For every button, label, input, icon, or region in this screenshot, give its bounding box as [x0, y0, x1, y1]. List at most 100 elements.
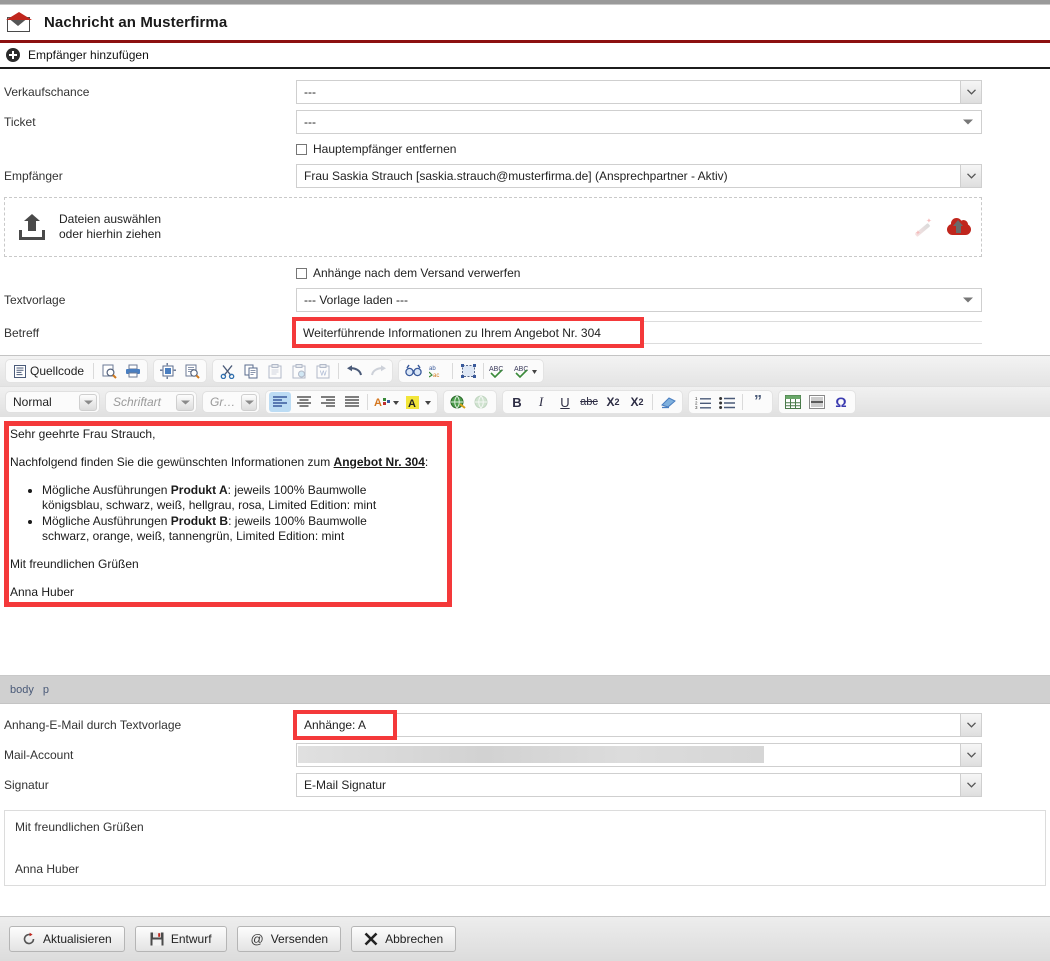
- copy-button[interactable]: [240, 361, 262, 381]
- row-signatur: Signatur E-Mail Signatur: [0, 770, 1050, 800]
- refresh-button[interactable]: Aktualisieren: [9, 926, 125, 952]
- chevron-down-icon[interactable]: [960, 744, 981, 766]
- spellcheck-button[interactable]: ABC: [488, 361, 510, 381]
- bullet-1-strong: Produkt B: [170, 514, 229, 528]
- templates-button[interactable]: [157, 361, 179, 381]
- verkaufschance-select[interactable]: ---: [296, 80, 982, 104]
- row-verkaufschance: Verkaufschance ---: [0, 77, 1050, 107]
- font-size-value: Gr…: [210, 395, 236, 409]
- verkaufschance-value: ---: [304, 85, 316, 99]
- chevron-down-icon[interactable]: [176, 393, 194, 411]
- unlink-button[interactable]: [471, 392, 493, 412]
- italic-button[interactable]: I: [530, 392, 552, 412]
- spellcheck-options-button[interactable]: ABC: [512, 361, 540, 381]
- background-color-button[interactable]: A: [404, 392, 434, 412]
- cancel-button[interactable]: Abbrechen: [351, 926, 457, 952]
- plus-circle-icon[interactable]: [6, 48, 20, 62]
- paste-button[interactable]: [264, 361, 286, 381]
- paste-from-word-button[interactable]: W: [312, 361, 334, 381]
- angebot-link[interactable]: Angebot Nr. 304: [334, 455, 425, 469]
- replace-button[interactable]: ab ac: [426, 361, 448, 381]
- horizontal-rule-button[interactable]: [806, 392, 828, 412]
- draft-label: Entwurf: [170, 932, 212, 946]
- list-item: Mögliche Ausführungen Produkt B: jeweils…: [42, 514, 1038, 544]
- send-button[interactable]: @ Versenden: [236, 926, 342, 952]
- bullet-1-second-line: schwarz, orange, weiß, tannengrün, Limit…: [42, 529, 345, 543]
- row-empfaenger: Empfänger Frau Saskia Strauch [saskia.st…: [0, 161, 1050, 191]
- signatur-select[interactable]: E-Mail Signatur: [296, 773, 982, 797]
- rich-text-editor: Quellcode W ab ac ABC ABC Normal Schrift…: [0, 355, 1050, 704]
- betreff-field[interactable]: Weiterführende Informationen zu Ihrem An…: [292, 317, 982, 348]
- anhaenge-verwerfen-checkbox[interactable]: [296, 267, 307, 279]
- chevron-down-icon[interactable]: [955, 111, 981, 133]
- font-size-select[interactable]: Gr…: [202, 391, 260, 413]
- status-path-p[interactable]: p: [43, 684, 49, 696]
- upload-tray-icon: [19, 214, 45, 240]
- special-char-button[interactable]: Ω: [830, 392, 852, 412]
- align-justify-button[interactable]: [341, 392, 363, 412]
- hauptempfaenger-checkbox-row[interactable]: Hauptempfänger entfernen: [296, 142, 982, 156]
- draft-button[interactable]: Entwurf: [134, 926, 227, 952]
- align-center-button[interactable]: [293, 392, 315, 412]
- subscript-button[interactable]: X2: [602, 392, 624, 412]
- insert-link-button[interactable]: [447, 392, 469, 412]
- hauptempfaenger-checkbox[interactable]: [296, 143, 307, 155]
- select-all-button[interactable]: [457, 361, 479, 381]
- chevron-down-icon[interactable]: [241, 393, 257, 411]
- redo-button[interactable]: [367, 361, 389, 381]
- dropzone-line1: Dateien auswählen: [59, 212, 162, 226]
- align-right-button[interactable]: [317, 392, 339, 412]
- find-button[interactable]: [402, 361, 424, 381]
- list-item: Mögliche Ausführungen Produkt A: jeweils…: [42, 483, 1038, 513]
- numbered-list-button[interactable]: 123: [692, 392, 714, 412]
- strikethrough-button[interactable]: abc: [578, 392, 600, 412]
- table-button[interactable]: [782, 392, 804, 412]
- paragraph-format-value: Normal: [13, 395, 52, 409]
- product-list: Mögliche Ausführungen Produkt A: jeweils…: [10, 483, 1038, 544]
- chevron-down-icon[interactable]: [960, 774, 981, 796]
- betreff-highlight[interactable]: Weiterführende Informationen zu Ihrem An…: [292, 317, 644, 348]
- undo-button[interactable]: [343, 361, 365, 381]
- source-code-button[interactable]: Quellcode: [9, 361, 89, 381]
- empfaenger-value: Frau Saskia Strauch [saskia.strauch@must…: [304, 169, 728, 183]
- anhang-email-highlight[interactable]: Anhänge: A: [293, 710, 397, 740]
- bulleted-list-button[interactable]: [716, 392, 738, 412]
- chevron-down-icon[interactable]: [960, 714, 981, 736]
- font-family-select[interactable]: Schriftart: [105, 391, 197, 413]
- hauptempfaenger-label[interactable]: Hauptempfänger entfernen: [313, 142, 456, 156]
- blockquote-button[interactable]: ”: [747, 392, 769, 412]
- chevron-down-icon[interactable]: [955, 289, 981, 311]
- remove-format-button[interactable]: [657, 392, 679, 412]
- status-path-body[interactable]: body: [10, 684, 34, 696]
- chevron-down-icon[interactable]: [79, 393, 97, 411]
- textvorlage-select[interactable]: --- Vorlage laden ---: [296, 288, 982, 312]
- magic-wand-icon[interactable]: ✦ ✦: [913, 217, 933, 237]
- attachment-dropzone[interactable]: Dateien auswählen oder hierhin ziehen ✦ …: [4, 197, 982, 257]
- mail-account-select[interactable]: [296, 743, 982, 767]
- row-ticket: Ticket ---: [0, 107, 1050, 137]
- anhaenge-verwerfen-label[interactable]: Anhänge nach dem Versand verwerfen: [313, 266, 520, 280]
- cut-button[interactable]: [216, 361, 238, 381]
- paste-as-plain-text-button[interactable]: [288, 361, 310, 381]
- anhang-email-label: Anhang-E-Mail durch Textvorlage: [4, 718, 182, 732]
- chevron-down-icon[interactable]: [960, 81, 981, 103]
- editor-body[interactable]: Sehr geehrte Frau Strauch, Nachfolgend f…: [0, 417, 1050, 675]
- ticket-select[interactable]: ---: [296, 110, 982, 134]
- add-recipient-bar[interactable]: Empfänger hinzufügen: [0, 43, 1050, 69]
- document-properties-button[interactable]: [181, 361, 203, 381]
- anhaenge-verwerfen-checkbox-row[interactable]: Anhänge nach dem Versand verwerfen: [296, 266, 982, 280]
- align-left-button[interactable]: [269, 392, 291, 412]
- bold-button[interactable]: B: [506, 392, 528, 412]
- chevron-down-icon[interactable]: [960, 165, 981, 187]
- add-recipient-label[interactable]: Empfänger hinzufügen: [28, 48, 149, 62]
- superscript-button[interactable]: X2: [626, 392, 648, 412]
- anhang-email-select[interactable]: Anhänge: A: [293, 710, 982, 740]
- underline-button[interactable]: U: [554, 392, 576, 412]
- paragraph-format-select[interactable]: Normal: [5, 391, 100, 413]
- empfaenger-select[interactable]: Frau Saskia Strauch [saskia.strauch@must…: [296, 164, 982, 188]
- preview-button[interactable]: [98, 361, 120, 381]
- cloud-upload-icon[interactable]: [947, 218, 971, 236]
- text-color-button[interactable]: A: [372, 392, 402, 412]
- print-button[interactable]: [122, 361, 144, 381]
- email-body-content[interactable]: Sehr geehrte Frau Strauch, Nachfolgend f…: [0, 417, 1050, 600]
